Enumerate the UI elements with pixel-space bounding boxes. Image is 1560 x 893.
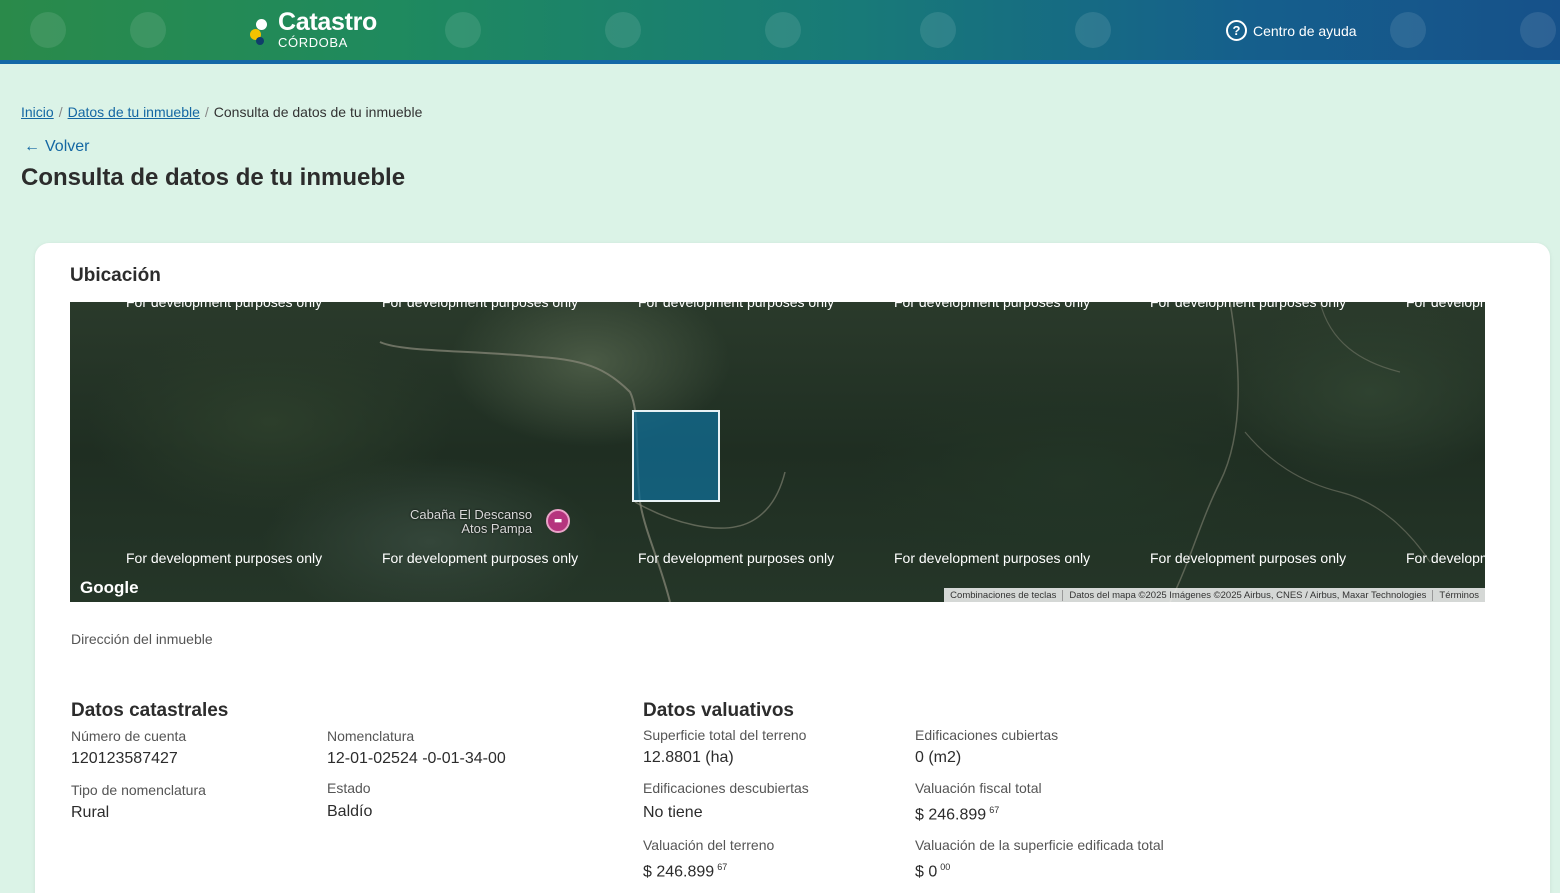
nomenclatura-value: 12-01-02524 -0-01-34-00 [327,750,506,767]
map-watermark: For development purposes only [638,302,835,310]
header-decoration [920,12,956,48]
back-label: Volver [45,138,90,155]
direccion-label: Dirección del inmueble [71,631,213,647]
tipo-nomenclatura-label: Tipo de nomenclatura [71,782,206,798]
terreno-value: $ 246.899 67 [643,862,727,881]
question-circle-icon: ? [1226,20,1247,41]
logo-text: Catastro CÓRDOBA [278,8,378,50]
superficie-label: Superficie total del terreno [643,727,807,743]
breadcrumb-link-inicio[interactable]: Inicio [21,104,54,120]
logo-subtitle: CÓRDOBA [278,35,348,50]
cubiertas-label: Edificaciones cubiertas [915,727,1059,743]
edificada-cents: 00 [940,862,951,872]
fiscal-value: $ 246.899 67 [915,805,999,824]
fiscal-cents: 67 [989,805,1000,815]
terreno-cents: 67 [717,862,728,872]
map-watermark: For development purposes only [382,550,579,566]
map-watermark: For development purposes only [382,302,579,310]
datos-catastrales-title: Datos catastrales [71,700,229,721]
page-title: Consulta de datos de tu inmueble [21,164,406,191]
breadcrumb: Inicio / Datos de tu inmueble / Consulta de … [21,104,422,120]
numero-cuenta-label: Número de cuenta [71,728,187,744]
poi-name: Cabaña El Descanso [410,507,533,522]
terreno-label: Valuación del terreno [643,837,775,853]
arrow-left-icon: ← [24,138,40,155]
edificada-label: Valuación de la superficie edificada tot… [915,837,1164,853]
estado-value: Baldío [327,803,373,820]
edificada-amount: $ 0 [915,863,938,881]
map-watermark: For development purposes only [894,302,1091,310]
header-decoration [30,12,66,48]
terms-link[interactable]: Términos [1432,589,1485,601]
parcel-polygon[interactable] [632,410,720,502]
edificada-value: $ 0 00 [915,862,950,881]
poi-area: Atos Pampa [461,521,533,536]
help-center-label: Centro de ayuda [1253,22,1357,39]
superficie-value: 12.8801 (ha) [643,749,734,766]
datos-valuativos-title: Datos valuativos [643,700,794,721]
numero-cuenta-value: 120123587427 [71,750,178,767]
tipo-nomenclatura-value: Rural [71,804,110,821]
header-decoration [1075,12,1111,48]
breadcrumb-current: Consulta de datos de tu inmueble [213,104,423,120]
catastro-logo[interactable]: Catastro CÓRDOBA [248,10,377,49]
map-watermark: For development purposes only [1150,550,1347,566]
header-decoration [1520,12,1556,48]
fiscal-label: Valuación fiscal total [915,780,1042,796]
estado-label: Estado [327,780,371,796]
logo-mark-icon [248,13,272,47]
descubiertas-label: Edificaciones descubiertas [643,780,809,796]
keyboard-shortcuts-link[interactable]: Combinaciones de teclas [944,590,1062,601]
map-watermark: For development purposes only [894,550,1091,566]
header-decoration [445,12,481,48]
map-attribution: Combinaciones de teclas Datos del mapa ©… [944,588,1485,602]
site-header: Catastro CÓRDOBA ? Centro de ayuda [0,0,1560,64]
map-watermark: For development purposes only [126,550,323,566]
header-decoration [1390,12,1426,48]
descubiertas-value: No tiene [643,804,703,821]
terreno-amount: $ 246.899 [643,863,715,881]
poi-label[interactable]: Cabaña El Descanso Atos Pampa [410,508,532,536]
fiscal-amount: $ 246.899 [915,806,987,824]
google-logo: Google [80,578,139,597]
breadcrumb-separator: / [204,104,209,120]
map-data-attribution: Datos del mapa ©2025 Imágenes ©2025 Airb… [1062,589,1432,601]
location-map[interactable]: For development purposes only For develo… [70,302,1485,602]
ubicacion-title: Ubicación [70,265,161,286]
header-decoration [605,12,641,48]
header-decoration [765,12,801,48]
breadcrumb-separator: / [58,104,63,120]
nomenclatura-label: Nomenclatura [327,728,415,744]
header-decoration [130,12,166,48]
map-watermark: For development purposes only [638,550,835,566]
map-watermark: For development purposes only [1406,302,1485,310]
cubiertas-value: 0 (m2) [915,749,962,766]
back-link[interactable]: ← Volver [24,138,89,156]
logo-title: Catastro [278,8,378,36]
lodging-pin-icon[interactable]: ▬ [546,509,570,533]
map-watermark: For development purposes only [1406,550,1485,566]
map-watermark: For development purposes only [1150,302,1347,310]
map-watermark: For development purposes only [126,302,323,310]
breadcrumb-link-datos[interactable]: Datos de tu inmueble [68,104,200,120]
help-center-link[interactable]: ? Centro de ayuda [1226,20,1357,41]
